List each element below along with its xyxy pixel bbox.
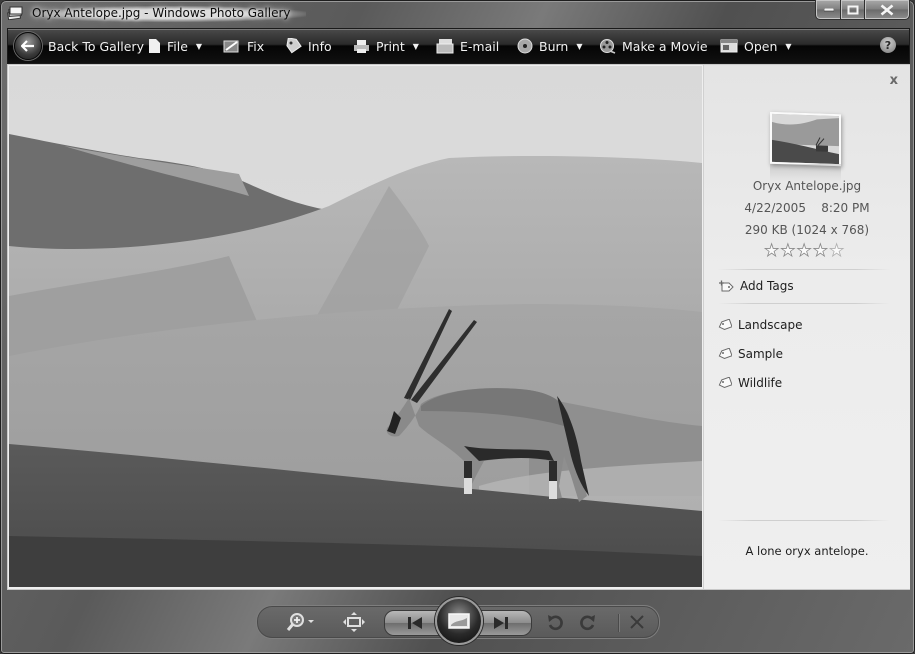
info-button[interactable]: Info — [286, 29, 332, 63]
rotate-clockwise-icon — [580, 615, 595, 631]
file-icon — [149, 39, 160, 53]
rotate-counterclockwise-icon — [548, 615, 563, 631]
add-tags-button[interactable]: Add Tags — [718, 279, 794, 293]
maximize-button[interactable] — [840, 0, 866, 20]
controls-separator — [618, 614, 619, 632]
make-a-movie-label: Make a Movie — [622, 38, 708, 54]
open-label: Open — [744, 38, 778, 54]
viewer-controls — [256, 597, 660, 645]
rating-stars[interactable]: ★ ★ ★ ★ ★ — [764, 242, 845, 260]
tag-icon — [718, 348, 732, 359]
photo-gallery-app-icon — [7, 6, 23, 20]
file-size: 290 KB (1024 x 768) — [744, 223, 870, 237]
photo-viewer[interactable] — [9, 66, 702, 587]
divider — [718, 269, 890, 270]
command-toolbar: Back To Gallery File ▼ Fix Info Print ▼ … — [7, 28, 910, 64]
maximize-icon — [847, 5, 859, 14]
info-pane: x Oryx Antelope.jpg 4/22/2005 8:20 PM 29… — [703, 65, 910, 589]
tag-item[interactable]: Sample — [718, 347, 783, 361]
star-2-icon[interactable]: ★ — [780, 242, 796, 260]
print-menu-button[interactable]: Print ▼ — [353, 29, 419, 63]
photo-gallery-window: Oryx Antelope.jpg - Windows Photo Galler… — [0, 0, 915, 654]
star-4-icon[interactable]: ★ — [812, 242, 828, 260]
email-icon — [436, 39, 454, 54]
tag-icon — [286, 38, 302, 54]
tag-label: Wildlife — [738, 376, 783, 390]
rotate-clockwise-button[interactable] — [574, 606, 602, 638]
time-value: 8:20 PM — [821, 201, 870, 215]
minimize-button[interactable] — [815, 0, 842, 20]
date-taken[interactable]: 4/22/2005 8:20 PM — [704, 201, 910, 215]
open-menu-button[interactable]: Open ▼ — [720, 29, 792, 63]
film-reel-icon — [600, 39, 616, 54]
divider — [718, 303, 890, 304]
chevron-down-icon: ▼ — [412, 41, 419, 51]
printer-icon — [354, 39, 369, 53]
chevron-down-icon: ▼ — [576, 41, 583, 51]
chevron-down-icon: ▼ — [785, 41, 792, 51]
rotate-counterclockwise-button[interactable] — [541, 606, 569, 638]
email-button[interactable]: E-mail — [436, 29, 499, 63]
previous-icon — [408, 617, 422, 629]
file-name[interactable]: Oryx Antelope.jpg — [704, 179, 910, 193]
star-1-icon[interactable]: ★ — [764, 242, 780, 260]
close-icon — [880, 4, 894, 15]
tag-item[interactable]: Landscape — [718, 318, 802, 332]
zoom-icon — [286, 613, 314, 631]
back-to-gallery-button[interactable]: Back To Gallery — [14, 29, 144, 63]
photo-thumbnail — [770, 111, 841, 167]
delete-icon — [630, 615, 644, 629]
add-tag-icon — [719, 280, 734, 291]
actual-size-icon — [343, 612, 365, 632]
help-icon: ? — [884, 38, 892, 52]
actual-size-button[interactable] — [339, 606, 369, 638]
tag-icon — [718, 377, 732, 388]
add-tags-label: Add Tags — [740, 279, 794, 293]
oryx-photo — [9, 66, 702, 587]
date-value: 4/22/2005 — [744, 201, 806, 215]
burn-menu-button[interactable]: Burn ▼ — [517, 29, 583, 63]
close-info-pane-button[interactable]: x — [890, 73, 898, 88]
zoom-button[interactable] — [281, 606, 321, 638]
tag-item[interactable]: Wildlife — [718, 376, 782, 390]
star-5-icon[interactable]: ★ — [829, 242, 845, 260]
content-area: x Oryx Antelope.jpg 4/22/2005 8:20 PM 29… — [7, 64, 910, 590]
fix-label: Fix — [247, 38, 265, 54]
file-menu-button[interactable]: File ▼ — [148, 29, 202, 63]
tag-icon — [718, 319, 732, 330]
tag-label: Sample — [738, 347, 783, 361]
minimize-icon — [823, 7, 834, 11]
burn-label: Burn — [539, 38, 569, 54]
file-label: File — [167, 38, 188, 54]
make-a-movie-button[interactable]: Make a Movie — [599, 29, 708, 63]
tag-label: Landscape — [738, 318, 803, 332]
next-icon — [494, 617, 508, 629]
photo-caption[interactable]: A lone oryx antelope. — [704, 544, 910, 558]
back-arrow-icon — [14, 32, 42, 60]
star-3-icon[interactable]: ★ — [796, 242, 812, 260]
info-label: Info — [308, 38, 332, 54]
disc-icon — [517, 38, 533, 54]
email-label: E-mail — [460, 38, 500, 54]
delete-button[interactable] — [623, 606, 651, 638]
title-bar: Oryx Antelope.jpg - Windows Photo Galler… — [0, 0, 915, 28]
fix-icon — [223, 40, 239, 52]
help-button[interactable]: ? — [880, 37, 896, 53]
print-label: Print — [376, 38, 405, 54]
back-to-gallery-label: Back To Gallery — [48, 38, 144, 54]
fix-button[interactable]: Fix — [223, 29, 264, 63]
divider — [718, 520, 890, 521]
slideshow-icon — [448, 613, 470, 629]
close-button[interactable] — [864, 0, 910, 20]
window-title: Oryx Antelope.jpg - Windows Photo Galler… — [30, 6, 307, 22]
chevron-down-icon: ▼ — [195, 41, 203, 51]
slideshow-button[interactable] — [435, 597, 483, 645]
open-window-icon — [720, 39, 738, 53]
